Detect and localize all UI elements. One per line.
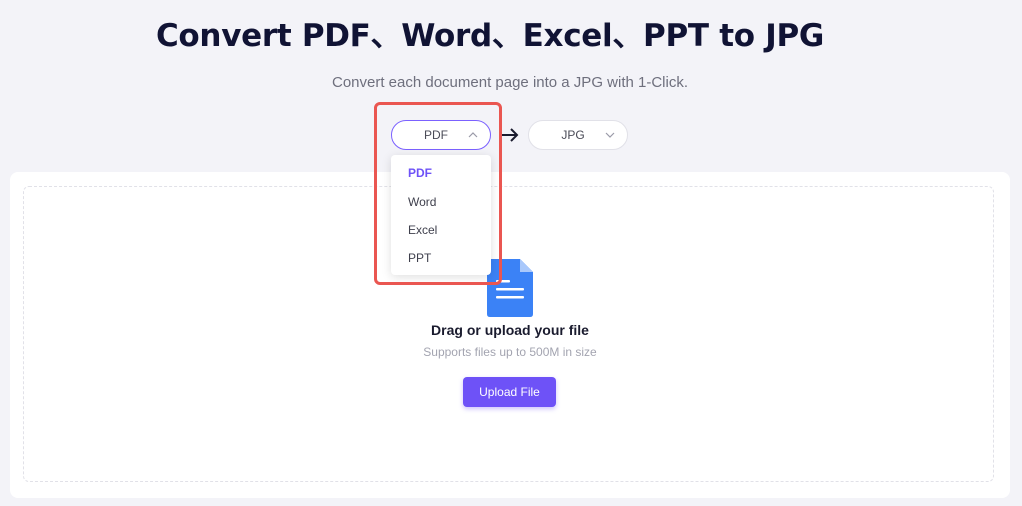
chevron-up-icon	[468, 132, 478, 138]
dropdown-option-ppt[interactable]: PPT	[408, 251, 431, 265]
upload-file-button[interactable]: Upload File	[463, 377, 556, 407]
document-icon	[487, 259, 533, 317]
dropdown-option-word[interactable]: Word	[408, 195, 436, 209]
page-subtitle: Convert each document page into a JPG wi…	[331, 74, 688, 91]
arrow-right-icon	[501, 128, 519, 142]
page-title: Convert PDF、Word、Excel、PPT to JPG	[155, 18, 825, 54]
file-size-note: Supports files up to 500M in size	[423, 345, 597, 359]
target-format-select[interactable]: JPG	[528, 120, 628, 150]
chevron-down-icon	[605, 132, 615, 138]
source-format-select[interactable]: PDF	[391, 120, 491, 150]
drag-upload-text: Drag or upload your file	[431, 322, 589, 338]
source-format-dropdown: PDF Word Excel PPT	[391, 155, 491, 275]
dropdown-option-excel[interactable]: Excel	[408, 223, 437, 237]
dropdown-option-pdf[interactable]: PDF	[408, 166, 432, 180]
